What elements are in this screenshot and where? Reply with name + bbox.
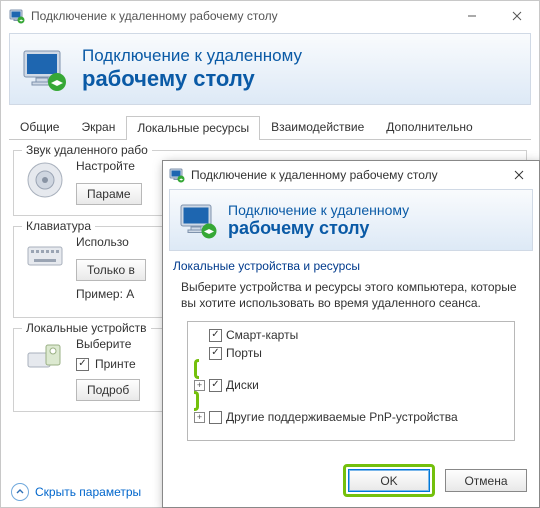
rdp-icon [169, 167, 185, 183]
highlight-drives: + Диски [194, 359, 508, 411]
drives-checkbox[interactable] [209, 379, 222, 392]
device-tree[interactable]: + Смарт-карты + Порты + Диски + Другие п… [187, 321, 515, 441]
parent-titlebar: Подключение к удаленному рабочему столу [1, 1, 539, 31]
printers-label: Принте [95, 357, 136, 371]
minimize-button[interactable] [449, 1, 494, 31]
group-keyboard-legend: Клавиатура [22, 219, 95, 233]
ok-button[interactable]: OK [348, 469, 430, 492]
ports-checkbox[interactable] [209, 347, 222, 360]
rdp-banner-icon [178, 200, 218, 240]
modal-close-button[interactable] [499, 161, 539, 189]
modal-titlebar: Подключение к удаленному рабочему столу [163, 161, 539, 189]
rdp-banner-icon [20, 45, 68, 93]
rdp-icon [9, 8, 25, 24]
group-audio-legend: Звук удаленного рабо [22, 143, 152, 157]
modal-title: Подключение к удаленному рабочему столу [191, 168, 499, 182]
highlight-ok: OK [343, 464, 435, 497]
smartcards-checkbox[interactable] [209, 329, 222, 342]
cancel-button[interactable]: Отмена [445, 469, 527, 492]
modal-group: Локальные устройства и ресурсы Выберите … [173, 259, 529, 441]
drives-label: Диски [226, 378, 259, 392]
tab-local-resources[interactable]: Локальные ресурсы [126, 116, 260, 140]
tree-item-ports[interactable]: + Порты [194, 344, 508, 362]
parent-banner: Подключение к удаленному рабочему столу [9, 33, 531, 105]
hide-options-label: Скрыть параметры [35, 485, 141, 499]
modal-banner: Подключение к удаленному рабочему столу [169, 189, 533, 251]
keyboard-combo[interactable]: Только в [76, 259, 146, 281]
printers-checkbox[interactable] [76, 358, 89, 371]
group-devices-legend: Локальные устройств [22, 321, 151, 335]
ports-label: Порты [226, 346, 262, 360]
modal-group-desc: Выберите устройства и ресурсы этого комп… [173, 279, 529, 317]
modal-group-label: Локальные устройства и ресурсы [173, 259, 529, 273]
speaker-icon [24, 159, 66, 201]
expander-icon[interactable]: + [194, 412, 205, 423]
audio-settings-button[interactable]: Параме [76, 183, 142, 205]
tab-general[interactable]: Общие [9, 115, 70, 139]
tree-item-pnp[interactable]: + Другие поддерживаемые PnP-устройства [194, 408, 508, 426]
tree-item-drives[interactable]: + Диски [194, 376, 508, 394]
parent-title: Подключение к удаленному рабочему столу [31, 9, 449, 23]
smartcards-label: Смарт-карты [226, 328, 298, 342]
close-button[interactable] [494, 1, 539, 31]
devices-more-button[interactable]: Подроб [76, 379, 140, 401]
pnp-checkbox[interactable] [209, 411, 222, 424]
devices-icon [24, 337, 66, 379]
modal-banner-line2: рабочему столу [228, 218, 409, 239]
parent-banner-line2: рабочему столу [82, 66, 302, 92]
tree-item-smartcards[interactable]: + Смарт-карты [194, 326, 508, 344]
pnp-label: Другие поддерживаемые PnP-устройства [226, 410, 458, 424]
modal-window: Подключение к удаленному рабочему столу … [162, 160, 540, 508]
tab-display[interactable]: Экран [70, 115, 126, 139]
tab-experience[interactable]: Взаимодействие [260, 115, 375, 139]
expander-icon[interactable]: + [194, 380, 205, 391]
parent-banner-line1: Подключение к удаленному [82, 46, 302, 66]
hide-options-link[interactable]: Скрыть параметры [11, 483, 141, 501]
tabs: Общие Экран Локальные ресурсы Взаимодейс… [9, 115, 531, 140]
keyboard-icon [24, 235, 66, 277]
tab-advanced[interactable]: Дополнительно [375, 115, 483, 139]
collapse-arrow-icon [11, 483, 29, 501]
modal-button-row: OK Отмена [343, 464, 527, 497]
modal-banner-line1: Подключение к удаленному [228, 202, 409, 218]
